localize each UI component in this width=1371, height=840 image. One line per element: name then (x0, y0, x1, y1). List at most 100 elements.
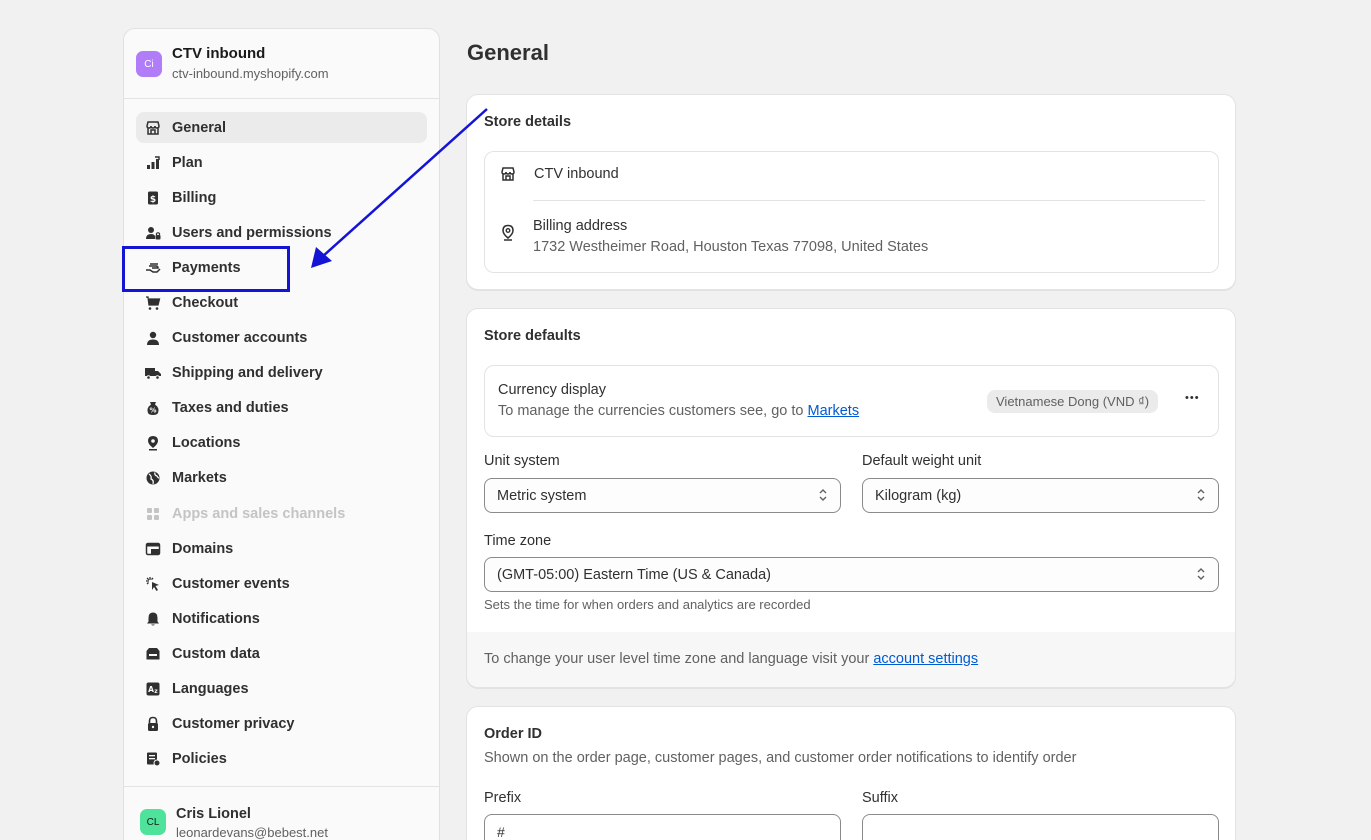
card-footer: To change your user level time zone and … (467, 632, 1235, 687)
sidebar-item-label: Checkout (172, 294, 239, 311)
prefix-input[interactable]: # (484, 814, 841, 840)
sidebar-item-label: Languages (172, 681, 249, 697)
sidebar-item-label: Locations (172, 435, 241, 452)
sidebar-item-markets[interactable]: Markets (136, 463, 427, 494)
order-id-card: Order ID Shown on the order page, custom… (466, 706, 1236, 840)
sidebar-item-label: Apps and sales channels (172, 505, 346, 522)
sidebar-item-customer-events[interactable]: Customer events (136, 568, 427, 599)
sidebar-item-taxes[interactable]: % Taxes and duties (136, 393, 427, 424)
sidebar-item-label: Customer privacy (172, 716, 295, 733)
markets-link[interactable]: Markets (808, 403, 860, 419)
sidebar-item-billing[interactable]: $ Billing (136, 182, 427, 213)
location-pin-icon (500, 224, 518, 242)
user-name: Cris Lionel (176, 806, 251, 822)
sidebar-item-label: Custom data (172, 645, 260, 662)
store-name-row: CTV inbound (500, 166, 619, 182)
prefix-label: Prefix (484, 790, 522, 806)
globe-icon (144, 469, 162, 487)
store-header[interactable]: Ci CTV inbound ctv-inbound.myshopify.com (124, 29, 439, 99)
user-avatar: CL (140, 809, 166, 835)
sidebar-item-general[interactable]: General (136, 112, 427, 143)
order-id-title: Order ID (484, 726, 543, 742)
svg-text:$: $ (150, 195, 156, 205)
store-name-value: CTV inbound (534, 166, 619, 182)
sidebar-item-label: Users and permissions (172, 224, 332, 241)
svg-text:A: A (148, 685, 154, 694)
sidebar-item-label: Policies (172, 751, 227, 768)
order-id-help: Shown on the order page, customer pages,… (484, 750, 1077, 766)
page-title: General (467, 40, 549, 65)
plan-icon (144, 154, 162, 172)
timezone-label: Time zone (484, 533, 552, 549)
tax-icon: % (144, 399, 162, 417)
sidebar-item-label: Billing (172, 189, 217, 206)
chevron-updown-icon (1196, 567, 1206, 583)
unit-system-value: Metric system (497, 487, 587, 504)
sidebar-item-label: Taxes and duties (172, 400, 289, 417)
footer-prefix: To change your user level time zone and … (484, 651, 874, 667)
settings-sidebar: Ci CTV inbound ctv-inbound.myshopify.com… (123, 28, 440, 840)
sidebar-item-locations[interactable]: Locations (136, 428, 427, 459)
weight-unit-select[interactable]: Kilogram (kg) (862, 478, 1219, 513)
sidebar-item-apps: Apps and sales channels (136, 498, 427, 529)
settings-nav: General Plan $ Billing Users and permiss… (124, 99, 439, 775)
currency-help-text: To manage the currencies customers see, … (498, 400, 859, 422)
store-details-title: Store details (484, 114, 572, 130)
chevron-updown-icon (818, 488, 828, 504)
suffix-input[interactable] (862, 814, 1219, 840)
chevron-updown-icon (1196, 488, 1206, 504)
weight-unit-value: Kilogram (kg) (875, 487, 962, 504)
sidebar-item-label: Shipping and delivery (172, 365, 323, 382)
users-icon (144, 224, 162, 242)
unit-system-select[interactable]: Metric system (484, 478, 841, 513)
sidebar-item-customer-accounts[interactable]: Customer accounts (136, 323, 427, 354)
store-defaults-card: Store defaults Currency display To manag… (466, 308, 1236, 688)
sidebar-item-plan[interactable]: Plan (136, 147, 427, 178)
store-details-card: Store details CTV inbound Billing addres… (466, 94, 1236, 290)
sidebar-item-label: Plan (172, 154, 203, 171)
sidebar-item-label: General (172, 119, 226, 136)
annotation-highlight-box (122, 246, 290, 292)
sidebar-item-customer-privacy[interactable]: Customer privacy (136, 709, 427, 740)
svg-text:%: % (149, 407, 156, 415)
currency-badge: Vietnamese Dong (VND ₫) (987, 390, 1159, 413)
sidebar-item-label: Customer accounts (172, 330, 308, 347)
sidebar-item-custom-data[interactable]: Custom data (136, 638, 427, 669)
sidebar-item-label: Notifications (172, 610, 260, 627)
sidebar-item-notifications[interactable]: Notifications (136, 603, 427, 634)
svg-text:z: z (154, 688, 158, 695)
currency-display-label: Currency display (498, 382, 606, 398)
user-profile[interactable]: CL Cris Lionel leonardevans@bebest.net (124, 786, 439, 840)
sidebar-item-domains[interactable]: Domains (136, 533, 427, 564)
timezone-select[interactable]: (GMT-05:00) Eastern Time (US & Canada) (484, 557, 1219, 592)
unit-system-label: Unit system (484, 453, 560, 469)
sidebar-item-languages[interactable]: Az Languages (136, 674, 427, 705)
weight-unit-label: Default weight unit (862, 453, 982, 469)
billing-address-label: Billing address (533, 218, 628, 234)
lock-icon (144, 715, 162, 733)
store-icon (144, 119, 162, 137)
location-icon (144, 434, 162, 452)
billing-icon: $ (144, 189, 162, 207)
custom-data-icon (144, 645, 162, 663)
sidebar-item-shipping[interactable]: Shipping and delivery (136, 358, 427, 389)
sidebar-item-policies[interactable]: Policies (136, 744, 427, 775)
sidebar-item-label: Markets (172, 470, 227, 487)
policies-icon (144, 750, 162, 768)
store-icon (500, 166, 518, 182)
store-details-box[interactable]: CTV inbound Billing address 1732 Westhei… (484, 151, 1219, 273)
sidebar-item-users[interactable]: Users and permissions (136, 217, 427, 248)
timezone-help: Sets the time for when orders and analyt… (484, 597, 811, 612)
currency-help-prefix: To manage the currencies customers see, … (498, 403, 808, 419)
account-settings-link[interactable]: account settings (873, 651, 978, 667)
store-name: CTV inbound (172, 45, 266, 62)
sidebar-item-checkout[interactable]: Checkout (136, 287, 427, 318)
billing-address-value: 1732 Westheimer Road, Houston Texas 7709… (533, 239, 929, 255)
more-actions-icon[interactable]: ••• (1185, 392, 1200, 404)
store-defaults-title: Store defaults (484, 328, 581, 344)
sidebar-item-label: Customer events (172, 575, 290, 592)
cart-icon (144, 294, 162, 312)
footer-text: To change your user level time zone and … (484, 651, 978, 667)
languages-icon: Az (144, 680, 162, 698)
domains-icon (144, 540, 162, 558)
